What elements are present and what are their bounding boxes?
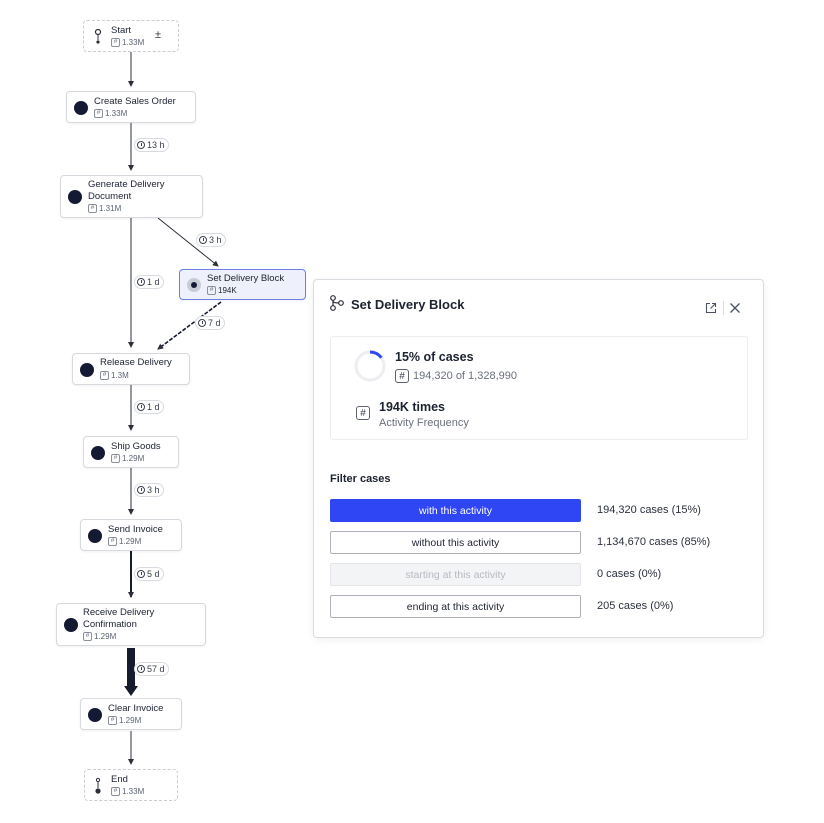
- activity-icon: [80, 363, 94, 377]
- filter-starting-at-activity-value: 0 cases (0%): [597, 568, 662, 580]
- end-icon: [95, 777, 101, 794]
- activity-times: 194K times: [379, 400, 446, 414]
- edge-label-generate-to-block: 3 h: [196, 233, 226, 247]
- expand-collapse-icon[interactable]: ±: [155, 30, 161, 41]
- edge-label-ship-to-send: 3 h: [134, 483, 164, 497]
- header-divider: [723, 301, 724, 315]
- node-title: Start: [111, 25, 132, 36]
- hash-icon: #: [395, 369, 409, 383]
- activity-node-send-invoice[interactable]: Send Invoice # 1.29M: [80, 519, 182, 551]
- clock-icon: [199, 236, 207, 244]
- activity-stats-card: 15% of cases # 194,320 of 1,328,990 # 19…: [330, 336, 748, 440]
- start-icon: [94, 28, 102, 44]
- selected-activity-icon: [187, 278, 201, 292]
- activity-node-receive-delivery-confirmation[interactable]: Receive Delivery Confirmation # 1.29M: [56, 603, 206, 646]
- activity-icon: [64, 618, 78, 632]
- cases-percentage-donut: [354, 350, 386, 382]
- filter-ending-at-activity-value: 205 cases (0%): [597, 600, 674, 612]
- edge-label-create-to-generate: 13 h: [134, 138, 169, 152]
- cases-detail: # 194,320 of 1,328,990: [395, 369, 517, 383]
- clock-icon: [137, 665, 145, 673]
- edge-label-release-to-ship: 1 d: [134, 400, 164, 414]
- activity-node-clear-invoice[interactable]: Clear Invoice # 1.29M: [80, 698, 182, 730]
- clock-icon: [137, 570, 145, 578]
- close-icon[interactable]: [729, 302, 741, 314]
- filter-cases-title: Filter cases: [330, 473, 391, 485]
- hash-icon: #: [207, 286, 216, 295]
- node-count: # 1.33M: [94, 109, 127, 118]
- activity-icon: [88, 529, 102, 543]
- node-title: Receive Delivery Confirmation: [83, 607, 155, 630]
- node-count: # 1.29M: [111, 454, 144, 463]
- activity-node-release-delivery[interactable]: Release Delivery # 1.3M: [72, 353, 190, 385]
- node-title: Send Invoice: [108, 524, 163, 535]
- panel-title: Set Delivery Block: [351, 297, 465, 312]
- hash-icon: #: [111, 454, 120, 463]
- hash-icon: #: [356, 406, 370, 420]
- clock-icon: [137, 141, 145, 149]
- clock-icon: [198, 319, 206, 327]
- clock-icon: [137, 486, 145, 494]
- node-count: # 194K: [207, 286, 237, 295]
- activity-icon: [74, 101, 88, 115]
- activity-node-generate-delivery-document[interactable]: Generate Delivery Document # 1.31M: [60, 175, 203, 218]
- node-count: # 1.29M: [83, 632, 116, 641]
- activity-node-set-delivery-block[interactable]: Set Delivery Block # 194K: [179, 269, 306, 300]
- filter-without-activity-value: 1,134,670 cases (85%): [597, 536, 711, 548]
- process-branch-icon: [330, 295, 344, 311]
- activity-icon: [88, 708, 102, 722]
- clock-icon: [137, 278, 145, 286]
- node-title: Clear Invoice: [108, 703, 164, 714]
- node-title: Ship Goods: [111, 441, 161, 452]
- node-title: End: [111, 774, 128, 785]
- start-node[interactable]: Start # 1.33M ±: [83, 20, 179, 52]
- edge-label-generate-to-release: 1 d: [134, 275, 164, 289]
- node-count: # 1.29M: [108, 716, 141, 725]
- hash-icon: #: [94, 109, 103, 118]
- node-title: Generate Delivery Document: [88, 179, 165, 202]
- activity-node-ship-goods[interactable]: Ship Goods # 1.29M: [83, 436, 179, 468]
- hash-icon: #: [100, 371, 109, 380]
- clock-icon: [137, 403, 145, 411]
- activity-node-create-sales-order[interactable]: Create Sales Order # 1.33M: [66, 91, 196, 123]
- node-title: Set Delivery Block: [207, 273, 285, 284]
- node-count: # 1.33M: [111, 787, 144, 796]
- edge-label-block-to-release: 7 d: [195, 316, 225, 330]
- edge-label-send-to-receive: 5 d: [134, 567, 164, 581]
- node-count: # 1.31M: [88, 204, 121, 213]
- activity-detail-panel: Set Delivery Block 15% of cases # 194,32…: [313, 279, 764, 638]
- open-external-icon[interactable]: [705, 302, 717, 314]
- node-title: Create Sales Order: [94, 96, 176, 107]
- node-count: # 1.29M: [108, 537, 141, 546]
- node-count: # 1.33M: [111, 38, 144, 47]
- activity-icon: [68, 190, 82, 204]
- activity-icon: [91, 446, 105, 460]
- filter-without-activity-button[interactable]: without this activity: [330, 531, 581, 554]
- filter-with-activity-value: 194,320 cases (15%): [597, 504, 701, 516]
- hash-icon: #: [83, 632, 92, 641]
- hash-icon: #: [108, 716, 117, 725]
- filter-with-activity-button[interactable]: with this activity: [330, 499, 581, 522]
- filter-starting-at-activity-button: starting at this activity: [330, 563, 581, 586]
- hash-icon: #: [111, 787, 120, 796]
- edge-receive-to-clear-head: [124, 686, 138, 696]
- node-count: # 1.3M: [100, 371, 129, 380]
- edge-label-receive-to-clear: 57 d: [134, 662, 169, 676]
- node-title: Release Delivery: [100, 357, 172, 368]
- hash-icon: #: [108, 537, 117, 546]
- end-node[interactable]: End # 1.33M: [84, 769, 178, 801]
- activity-frequency-label: Activity Frequency: [379, 417, 469, 429]
- filter-ending-at-activity-button[interactable]: ending at this activity: [330, 595, 581, 618]
- percent-of-cases: 15% of cases: [395, 350, 474, 364]
- hash-icon: #: [111, 38, 120, 47]
- hash-icon: #: [88, 204, 97, 213]
